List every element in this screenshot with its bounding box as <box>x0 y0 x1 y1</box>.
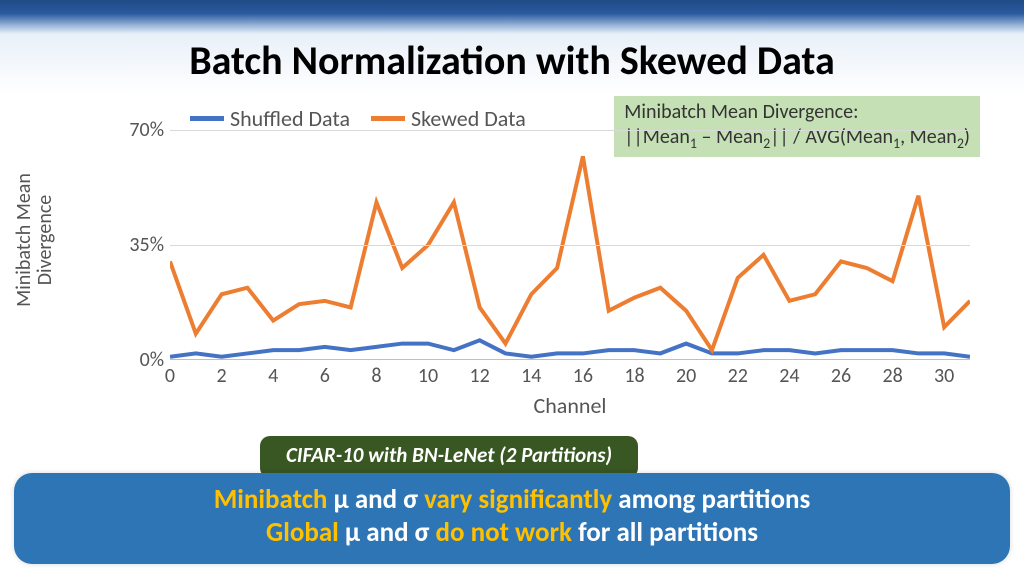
gridline <box>170 245 970 246</box>
chart-caption: CIFAR-10 with BN-LeNet (2 Partitions) <box>260 436 638 478</box>
banner-l2-a: Global <box>266 516 339 549</box>
x-tick: 12 <box>470 364 490 388</box>
banner-l1-c: vary significantly <box>424 483 612 516</box>
x-tick: 18 <box>624 364 644 388</box>
banner-l2-b: μ and σ <box>339 516 436 549</box>
x-ticks: 024681012141618202224262830 <box>170 364 970 388</box>
legend-item-shuffled: Shuffled Data <box>190 105 350 132</box>
banner-l2-c: do not work <box>435 516 572 549</box>
y-tick: 0% <box>110 348 164 372</box>
y-tick: 70% <box>110 118 164 142</box>
x-tick: 0 <box>165 364 175 388</box>
x-tick: 10 <box>418 364 438 388</box>
legend-label-skewed: Skewed Data <box>411 105 526 132</box>
x-tick: 20 <box>676 364 696 388</box>
banner-l1-a: Minibatch <box>214 483 328 516</box>
x-tick: 26 <box>831 364 851 388</box>
header-gradient <box>0 0 1024 34</box>
conclusion-banner: Minibatch μ and σ vary significantly amo… <box>14 473 1010 565</box>
banner-l1-b: μ and σ <box>327 483 424 516</box>
legend: Shuffled Data Skewed Data <box>190 100 542 132</box>
x-tick: 24 <box>779 364 799 388</box>
chart-container: Shuffled Data Skewed Data Minibatch Mean… <box>60 100 980 440</box>
x-axis-label: Channel <box>170 392 970 419</box>
formula-line1: Minibatch Mean Divergence: <box>624 100 970 125</box>
x-tick: 14 <box>521 364 541 388</box>
y-axis-label: Minibatch MeanDivergence <box>14 140 54 340</box>
gridline <box>170 130 970 131</box>
x-tick: 4 <box>268 364 278 388</box>
x-tick: 16 <box>573 364 593 388</box>
x-tick: 22 <box>728 364 748 388</box>
legend-swatch-blue <box>190 116 224 121</box>
x-tick: 6 <box>320 364 330 388</box>
banner-l2-d: for all partitions <box>572 516 758 549</box>
x-tick: 30 <box>934 364 954 388</box>
banner-line1: Minibatch μ and σ vary significantly amo… <box>34 483 990 517</box>
banner-line2: Global μ and σ do not work for all parti… <box>34 516 990 550</box>
x-tick: 2 <box>217 364 227 388</box>
page-title: Batch Normalization with Skewed Data <box>0 36 1024 85</box>
x-tick: 28 <box>882 364 902 388</box>
legend-swatch-orange <box>371 116 405 121</box>
x-tick: 8 <box>371 364 381 388</box>
legend-item-skewed: Skewed Data <box>371 105 526 132</box>
series-skewed <box>170 156 970 350</box>
y-tick: 35% <box>110 233 164 257</box>
banner-l1-d: among partitions <box>612 483 810 516</box>
legend-label-shuffled: Shuffled Data <box>230 105 350 132</box>
series-shuffled <box>170 340 970 356</box>
plot-area: 0%35%70% <box>170 130 970 360</box>
